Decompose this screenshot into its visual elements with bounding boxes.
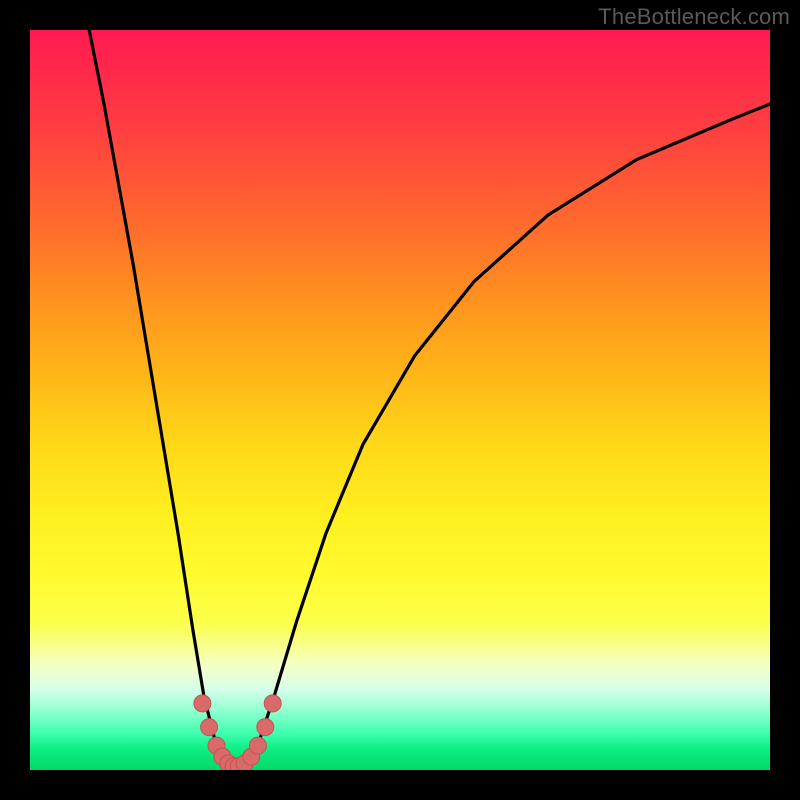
watermark: TheBottleneck.com [598,4,790,30]
valley-markers [194,695,281,770]
valley-marker [257,719,274,736]
chart-frame: TheBottleneck.com [0,0,800,800]
curve-lines [89,30,770,766]
right-curve [245,104,770,766]
plot-area [30,30,770,770]
chart-svg [30,30,770,770]
left-curve [89,30,230,766]
valley-marker [264,695,281,712]
valley-marker [194,695,211,712]
valley-marker [201,719,218,736]
valley-marker [249,737,266,754]
